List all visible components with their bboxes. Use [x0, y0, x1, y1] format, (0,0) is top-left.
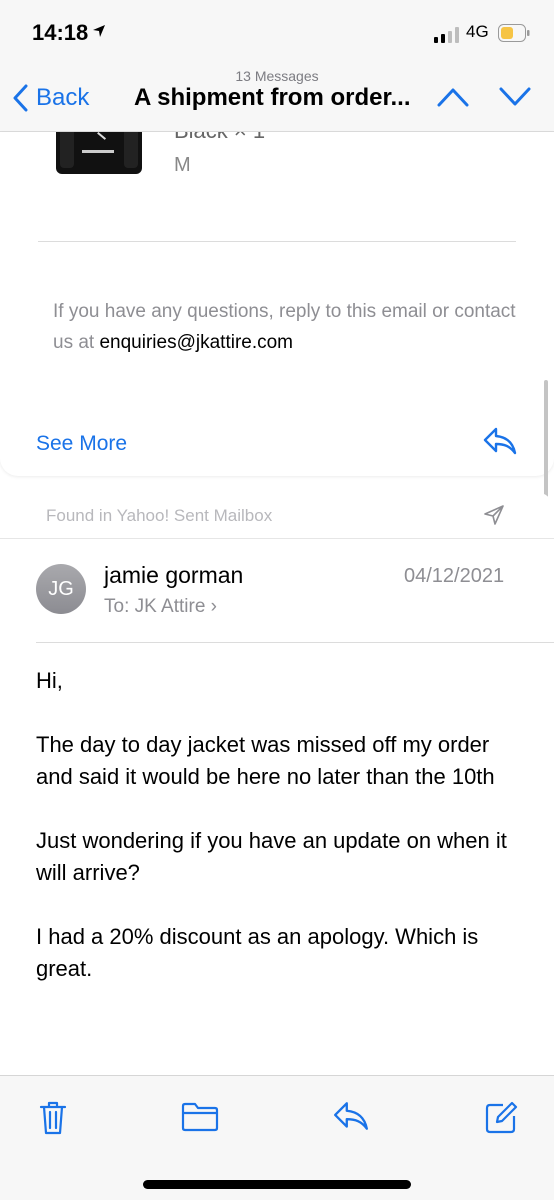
divider	[0, 538, 554, 539]
signal-bars-icon	[434, 27, 459, 43]
body-paragraph: I had a 20% discount as an apology. Whic…	[36, 924, 479, 981]
trash-icon[interactable]	[37, 1100, 69, 1136]
home-indicator[interactable]	[143, 1180, 411, 1189]
message-date: 04/12/2021	[404, 565, 505, 587]
chevron-left-icon	[13, 84, 28, 112]
status-bar: 14:18 4G	[0, 0, 554, 62]
product-quantity: Black × 1	[174, 132, 265, 144]
paper-plane-icon	[484, 505, 504, 525]
back-button[interactable]: Back	[12, 82, 89, 114]
battery-icon	[498, 24, 530, 42]
product-variant: M	[174, 154, 191, 176]
network-type: 4G	[466, 22, 489, 41]
product-thumbnail	[56, 132, 142, 174]
recipient-name: JK Attire	[134, 596, 206, 617]
avatar-initials: JG	[48, 577, 74, 600]
chevron-right-icon: ›	[210, 596, 217, 617]
mailbox-source-label: Found in Yahoo! Sent Mailbox	[46, 506, 273, 525]
reply-icon[interactable]	[482, 426, 518, 456]
status-time: 14:18	[32, 20, 89, 45]
contact-email-link[interactable]: enquiries@jkattire.com	[99, 332, 293, 353]
mail-screen: 14:18 4G 13 Messages Back A shipment fro…	[0, 0, 554, 1200]
body-paragraph: Just wondering if you have an update on …	[36, 828, 507, 885]
divider	[38, 241, 516, 242]
compose-icon[interactable]	[483, 1100, 519, 1136]
thread-title: A shipment from order...	[134, 84, 411, 111]
previous-message-chevron-up-icon[interactable]	[436, 86, 470, 108]
sender-avatar: JG	[36, 564, 86, 614]
back-label: Back	[36, 84, 90, 111]
reply-icon[interactable]	[332, 1100, 370, 1132]
sender-name[interactable]: jamie gorman	[104, 562, 243, 589]
divider	[36, 642, 554, 643]
folder-icon[interactable]	[180, 1100, 220, 1134]
message-card-current: Found in Yahoo! Sent Mailbox JG jamie go…	[0, 492, 554, 1075]
to-label: To:	[104, 596, 130, 617]
message-card-previous: Black × 1 M If you have any questions, r…	[0, 132, 554, 476]
questions-text: If you have any questions, reply to this…	[53, 296, 523, 358]
body-paragraph: Hi,	[36, 668, 63, 693]
location-arrow-icon	[93, 25, 105, 37]
next-message-chevron-down-icon[interactable]	[498, 86, 532, 108]
message-body: Hi, The day to day jacket was missed off…	[36, 665, 526, 1017]
body-paragraph: The day to day jacket was missed off my …	[36, 732, 495, 789]
see-more-button[interactable]: See More	[36, 432, 127, 456]
recipient-line[interactable]: To: JK Attire ›	[104, 596, 217, 618]
navigation-bar: 13 Messages Back A shipment from order..…	[0, 62, 554, 132]
